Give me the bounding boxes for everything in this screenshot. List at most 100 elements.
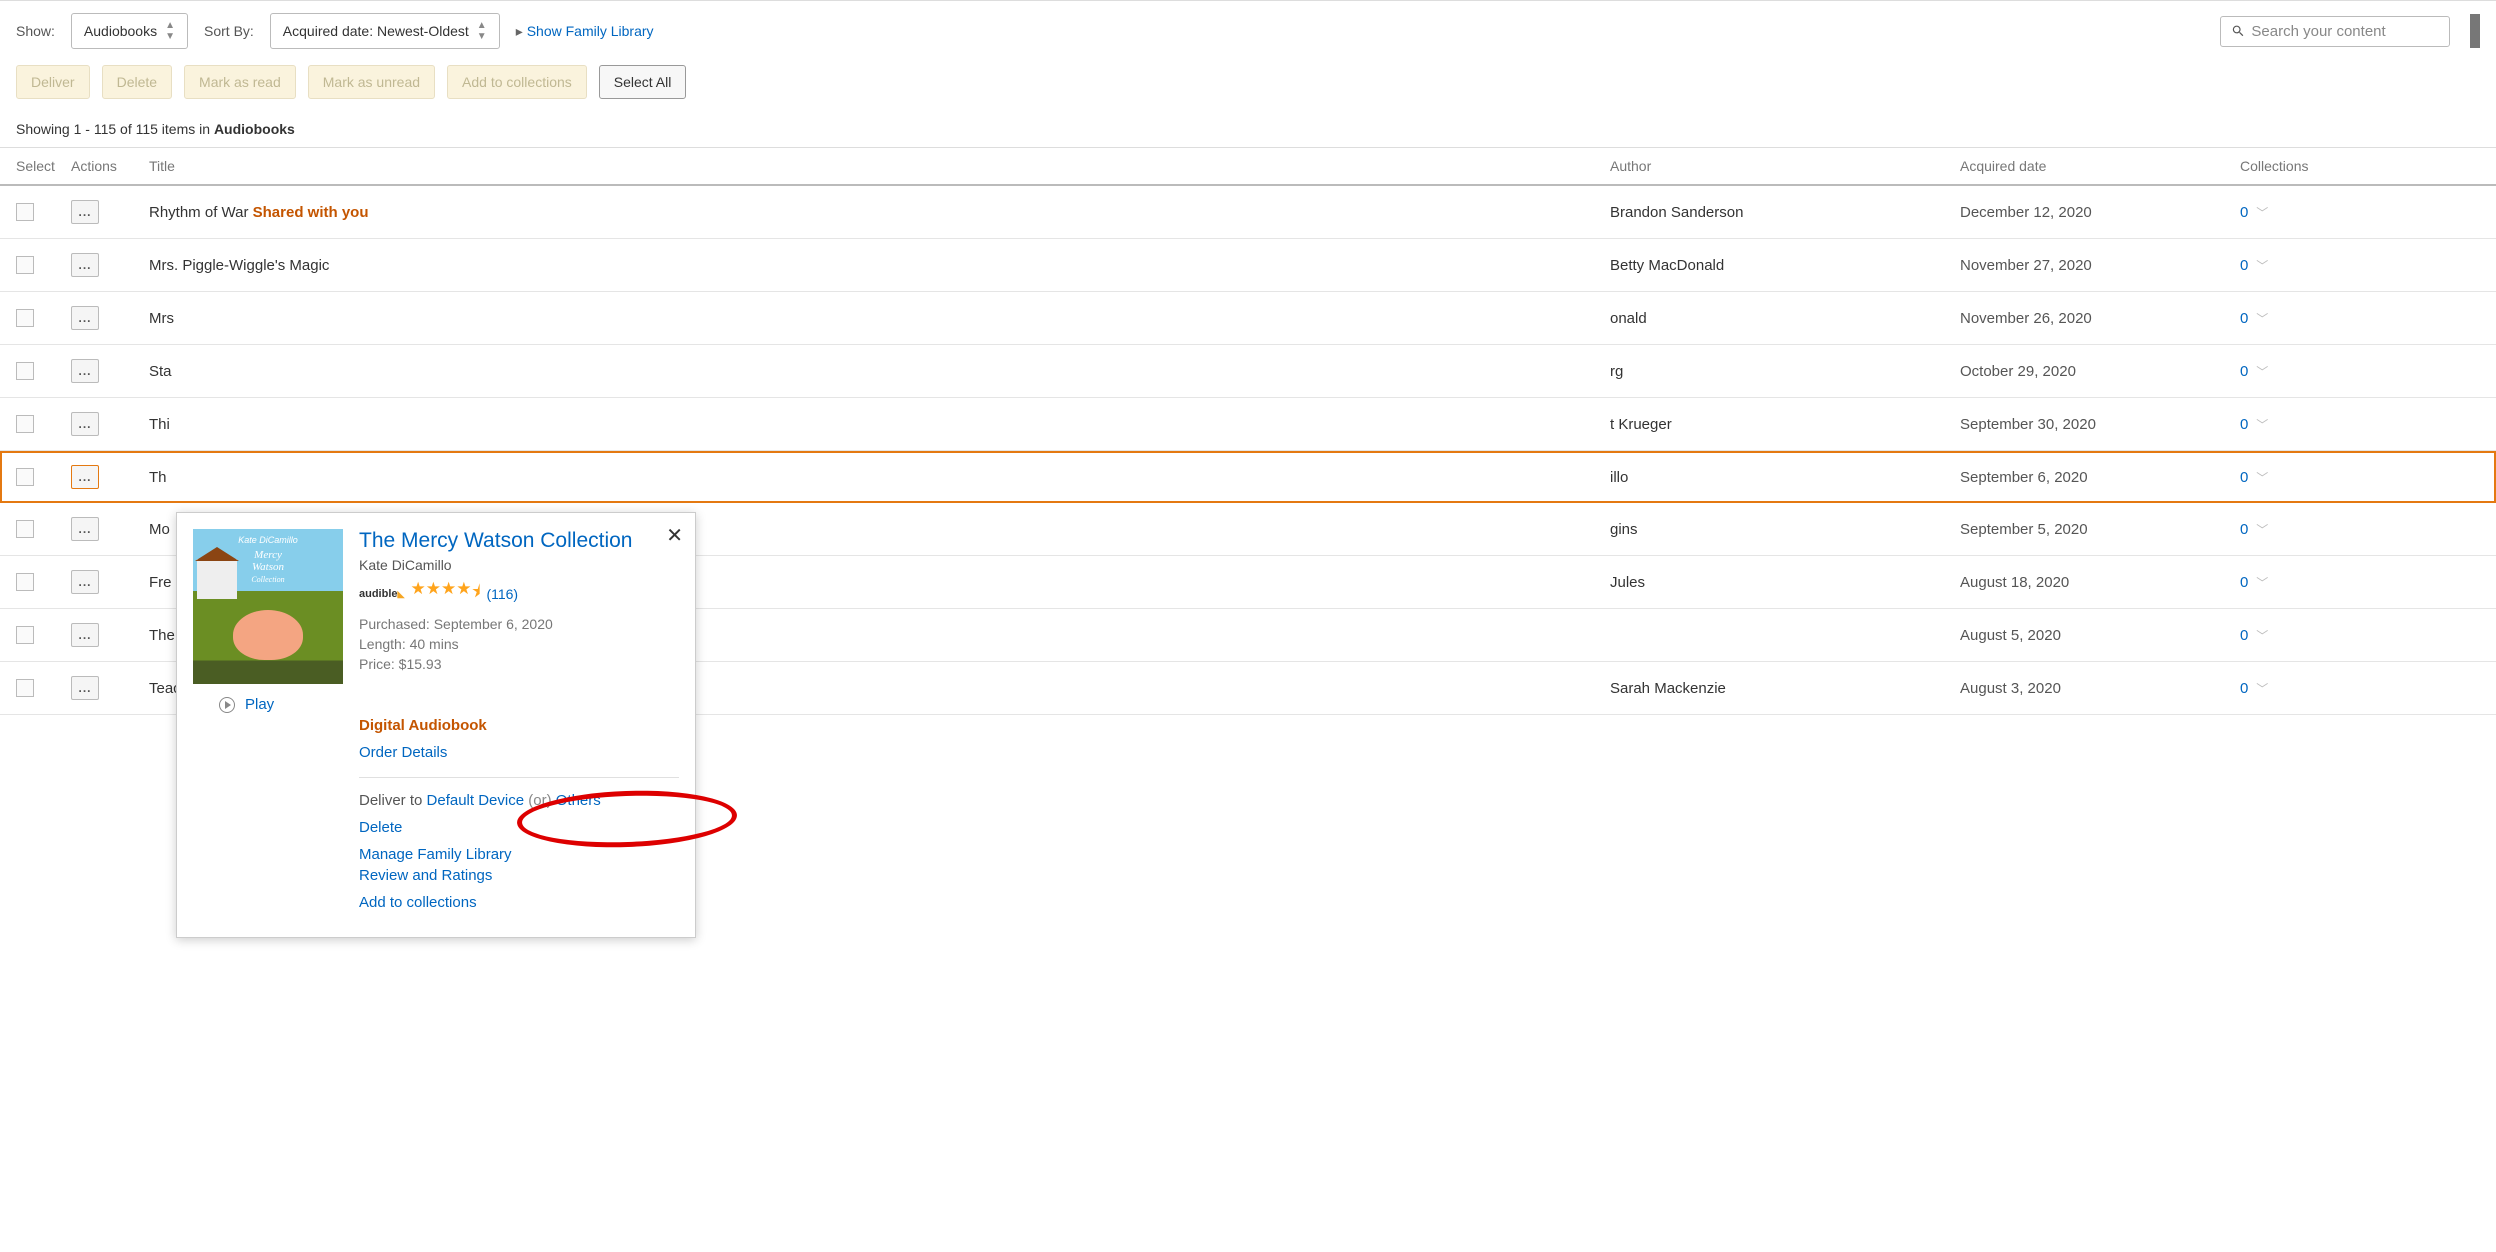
header-collections: Collections	[2240, 158, 2480, 174]
row-actions-button[interactable]: ...	[71, 570, 99, 594]
row-actions-button[interactable]: ...	[71, 253, 99, 277]
collections-count-link[interactable]: 0	[2240, 680, 2248, 697]
row-author: illo	[1610, 469, 1960, 486]
table-row: ...Mrs. Piggle-Wiggle's MagicBetty MacDo…	[0, 239, 2496, 292]
table-row: ... StargOctober 29, 20200 ﹀	[0, 345, 2496, 398]
book-cover: Kate DiCamillo MercyWatsonCollection	[193, 529, 343, 684]
close-icon[interactable]: ✕	[666, 523, 683, 548]
delete-link[interactable]: Delete	[359, 819, 679, 836]
row-title[interactable]: Mrs	[149, 310, 1610, 327]
row-date: September 6, 2020	[1960, 469, 2240, 486]
stars-icon: ★★★★⯨	[410, 579, 480, 608]
chevron-down-icon[interactable]: ﹀	[2256, 682, 2268, 696]
chevron-down-icon[interactable]: ﹀	[2256, 418, 2268, 432]
collections-count-link[interactable]: 0	[2240, 574, 2248, 591]
default-device-link[interactable]: Default Device	[427, 792, 525, 809]
row-author: rg	[1610, 363, 1960, 380]
row-actions-button[interactable]: ...	[71, 200, 99, 224]
collections-count-link[interactable]: 0	[2240, 521, 2248, 538]
deliver-label: Deliver to	[359, 792, 427, 809]
collections-count-link[interactable]: 0	[2240, 416, 2248, 433]
status-category: Audiobooks	[214, 121, 295, 137]
row-title[interactable]: Rhythm of War Shared with you	[149, 204, 1610, 221]
play-icon[interactable]	[219, 697, 235, 713]
row-checkbox[interactable]	[16, 256, 34, 274]
popup-author: Kate DiCamillo	[359, 557, 679, 573]
search-box[interactable]	[2220, 16, 2450, 47]
row-actions-button[interactable]: ...	[71, 359, 99, 383]
chevron-down-icon[interactable]: ﹀	[2256, 312, 2268, 326]
collections-count-link[interactable]: 0	[2240, 363, 2248, 380]
deliver-button[interactable]: Deliver	[16, 65, 90, 99]
row-checkbox[interactable]	[16, 468, 34, 486]
show-family-library-link[interactable]: Show Family Library	[516, 23, 654, 40]
row-checkbox[interactable]	[16, 415, 34, 433]
toolbar: Show: Audiobooks ▲▼ Sort By: Acquired da…	[0, 0, 2496, 61]
chevron-down-icon[interactable]: ﹀	[2256, 206, 2268, 220]
collections-count-link[interactable]: 0	[2240, 627, 2248, 644]
row-actions-button[interactable]: ...	[71, 465, 99, 489]
status-text: Showing 1 - 115 of 115 items in	[16, 121, 214, 137]
mark-unread-button[interactable]: Mark as unread	[308, 65, 435, 99]
sort-value: Acquired date: Newest-Oldest	[283, 23, 469, 39]
sort-caret-icon: ▲▼	[477, 20, 487, 42]
sort-caret-icon: ▲▼	[165, 20, 175, 42]
order-details-link[interactable]: Order Details	[359, 744, 447, 761]
row-date: October 29, 2020	[1960, 363, 2240, 380]
row-actions-button[interactable]: ...	[71, 517, 99, 541]
row-title[interactable]: Sta	[149, 363, 1610, 380]
table-row: ...Thit KruegerSeptember 30, 20200 ﹀	[0, 398, 2496, 451]
row-actions-button[interactable]: ...	[71, 412, 99, 436]
collections-count-link[interactable]: 0	[2240, 204, 2248, 221]
row-checkbox[interactable]	[16, 626, 34, 644]
collections-count-link[interactable]: 0	[2240, 257, 2248, 274]
play-link[interactable]: Play	[245, 696, 274, 713]
popup-title-link[interactable]: The Mercy Watson Collection	[359, 529, 679, 553]
select-all-button[interactable]: Select All	[599, 65, 687, 99]
row-actions-button[interactable]: ...	[71, 676, 99, 700]
row-checkbox[interactable]	[16, 309, 34, 327]
row-checkbox[interactable]	[16, 362, 34, 380]
rating-count-link[interactable]: (116)	[486, 586, 518, 602]
search-icon	[2231, 23, 2245, 39]
row-title[interactable]: Mrs. Piggle-Wiggle's Magic	[149, 257, 1610, 274]
row-author: Sarah Mackenzie	[1610, 680, 1960, 697]
row-actions-button[interactable]: ...	[71, 306, 99, 330]
price-line: Price: $15.93	[359, 656, 679, 672]
row-title[interactable]: Th	[149, 469, 1610, 486]
table-row: ... Rhythm of War Shared with youBrandon …	[0, 186, 2496, 239]
row-author: gins	[1610, 521, 1960, 538]
collections-count-link[interactable]: 0	[2240, 310, 2248, 327]
row-author: Brandon Sanderson	[1610, 204, 1960, 221]
show-select[interactable]: Audiobooks ▲▼	[71, 13, 188, 49]
row-actions-button[interactable]: ...	[71, 623, 99, 647]
chevron-down-icon[interactable]: ﹀	[2256, 471, 2268, 485]
row-checkbox[interactable]	[16, 679, 34, 697]
search-input[interactable]	[2251, 23, 2439, 40]
delete-button[interactable]: Delete	[102, 65, 172, 99]
deliver-line: Deliver to Default Device (or) Others	[359, 792, 679, 809]
sort-select[interactable]: Acquired date: Newest-Oldest ▲▼	[270, 13, 500, 49]
row-checkbox[interactable]	[16, 573, 34, 591]
chevron-down-icon[interactable]: ﹀	[2256, 259, 2268, 273]
header-title: Title	[149, 158, 1610, 174]
others-link[interactable]: Others	[556, 792, 601, 809]
chevron-down-icon[interactable]: ﹀	[2256, 629, 2268, 643]
add-to-collections-link[interactable]: Add to collections	[359, 894, 679, 911]
sort-label: Sort By:	[204, 23, 254, 39]
row-checkbox[interactable]	[16, 520, 34, 538]
table-row: ...MrsonaldNovember 26, 20200 ﹀	[0, 292, 2496, 345]
row-title[interactable]: Thi	[149, 416, 1610, 433]
table-body: ... Rhythm of War Shared with youBrandon …	[0, 186, 2496, 715]
add-collections-button[interactable]: Add to collections	[447, 65, 587, 99]
chevron-down-icon[interactable]: ﹀	[2256, 365, 2268, 379]
mark-read-button[interactable]: Mark as read	[184, 65, 296, 99]
collections-count-link[interactable]: 0	[2240, 469, 2248, 486]
manage-family-library-link[interactable]: Manage Family Library	[359, 846, 679, 863]
chevron-down-icon[interactable]: ﹀	[2256, 576, 2268, 590]
scrollbar-icon[interactable]	[2470, 14, 2480, 48]
chevron-down-icon[interactable]: ﹀	[2256, 523, 2268, 537]
cover-author: Kate DiCamillo	[193, 535, 343, 545]
row-checkbox[interactable]	[16, 203, 34, 221]
review-ratings-link[interactable]: Review and Ratings	[359, 867, 679, 884]
